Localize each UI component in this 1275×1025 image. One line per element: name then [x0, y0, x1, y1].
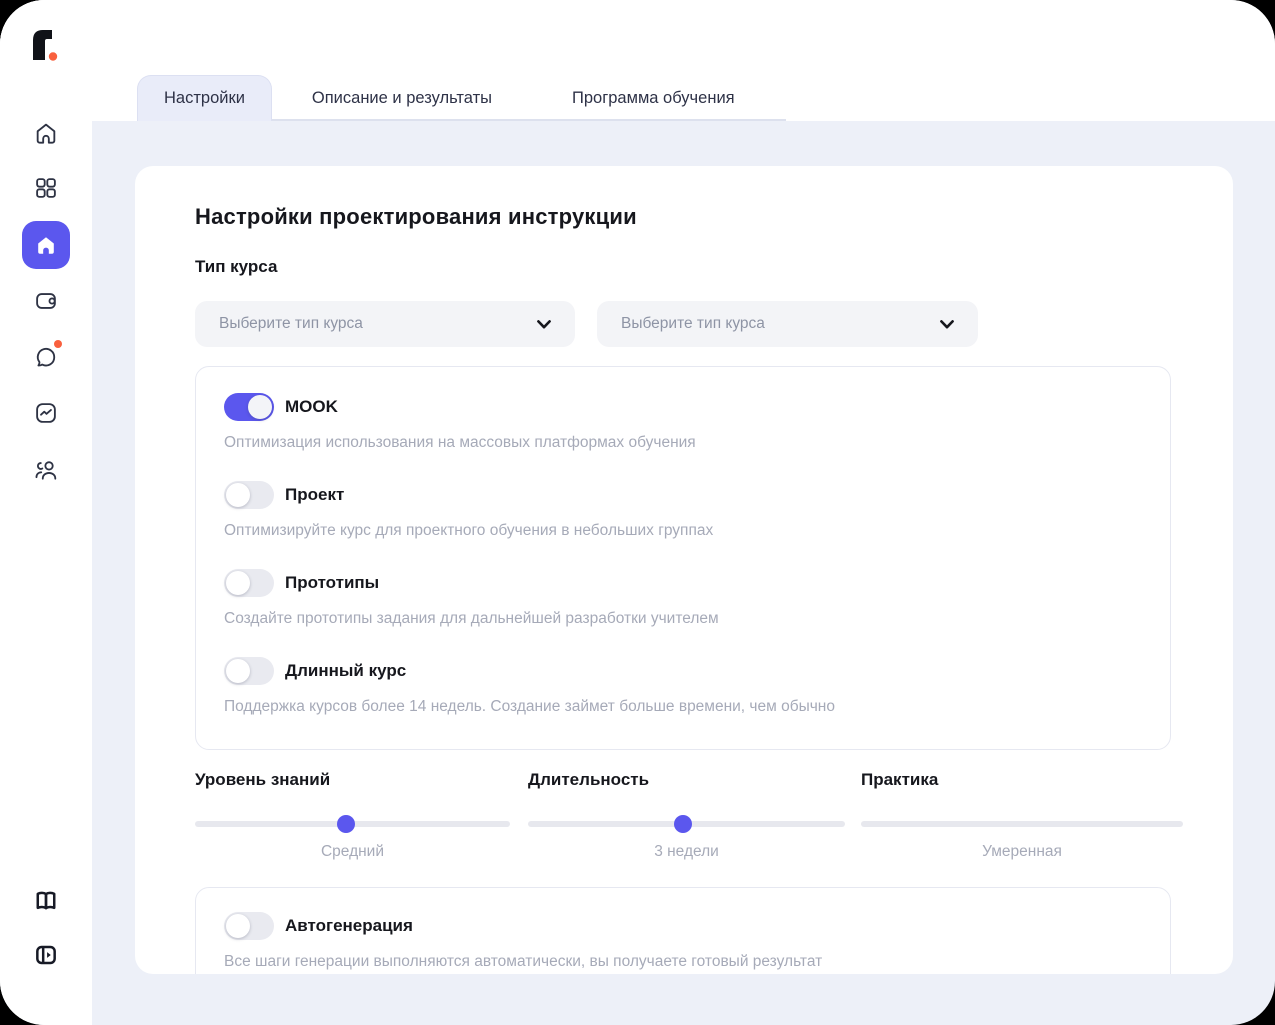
dropdown-placeholder: Выберите тип курса: [219, 315, 363, 332]
course-type-label: Тип курса: [195, 257, 278, 276]
knowledge-level-thumb[interactable]: [337, 815, 356, 833]
mook-label: MOOK: [285, 397, 338, 416]
sidebar-item-people[interactable]: [33, 457, 59, 483]
toggle-knob: [226, 483, 250, 507]
tab-settings-label: Настройки: [164, 89, 245, 107]
toggle-knob: [248, 395, 272, 419]
toggle-knob: [226, 571, 250, 595]
option-row-mook: MOOK Оптимизация использования на массов…: [224, 393, 1142, 452]
chevron-down-icon: [940, 319, 954, 328]
toggle-knob: [226, 914, 250, 938]
prototypes-toggle[interactable]: [224, 569, 274, 597]
tab-description-results-label: Описание и результаты: [311, 88, 493, 107]
slider-practice: Практика Умеренная: [861, 770, 1183, 861]
sidebar-item-expand-panel[interactable]: [33, 942, 59, 968]
prototypes-description: Создайте прототипы задания для дальнейше…: [224, 610, 719, 627]
project-description: Оптимизируйте курс для проектного обучен…: [224, 522, 714, 539]
autogeneration-description: Все шаги генерации выполняются автоматич…: [224, 953, 823, 970]
tab-description-results[interactable]: Описание и результаты: [272, 75, 532, 121]
people-icon: [35, 461, 57, 480]
long-course-description: Поддержка курсов более 14 недель. Создан…: [224, 698, 835, 715]
practice-track[interactable]: [861, 821, 1183, 827]
option-row-project: Проект Оптимизируйте курс для проектного…: [224, 481, 1142, 540]
sidebar-item-course-builder[interactable]: [22, 221, 70, 269]
sidebar-item-analytics[interactable]: [33, 400, 59, 426]
chat-icon: [36, 347, 56, 367]
course-options-box: MOOK Оптимизация использования на массов…: [195, 366, 1171, 750]
sidebar-item-apps[interactable]: [33, 175, 59, 201]
sidebar-item-home[interactable]: [33, 120, 59, 146]
slider-label: Длительность: [528, 770, 650, 789]
slider-value: Средний: [320, 843, 384, 860]
slider-value: 3 недели: [654, 843, 719, 860]
chat-notification-dot: [54, 340, 62, 348]
home-icon: [36, 123, 56, 144]
slider-label: Практика: [861, 770, 939, 789]
autogeneration-box: Автогенерация Все шаги генерации выполня…: [195, 887, 1171, 974]
tab-curriculum-label: Программа обучения: [572, 88, 735, 107]
project-toggle[interactable]: [224, 481, 274, 509]
autogeneration-label: Автогенерация: [285, 916, 413, 935]
sidebar-item-chat[interactable]: [33, 340, 62, 370]
knowledge-level-track[interactable]: [195, 815, 510, 833]
long-course-toggle[interactable]: [224, 657, 274, 685]
course-builder-icon: [38, 237, 54, 254]
sidebar: [0, 0, 92, 1025]
apps-grid-icon: [36, 178, 56, 198]
project-label: Проект: [285, 485, 345, 504]
duration-track[interactable]: [528, 815, 845, 833]
sidebar-item-wallet[interactable]: [33, 288, 59, 314]
slider-knowledge-level: Уровень знаний Средний: [195, 770, 510, 861]
logo-dot: [48, 52, 58, 61]
tab-bar: Настройки Описание и результаты Программ…: [137, 75, 775, 121]
app-logo: [33, 30, 59, 64]
slider-label: Уровень знаний: [195, 770, 331, 789]
wallet-icon: [36, 293, 56, 309]
option-row-prototypes: Прототипы Создайте прототипы задания для…: [224, 569, 1142, 628]
sidebar-item-library[interactable]: [33, 888, 59, 914]
duration-thumb[interactable]: [674, 815, 693, 833]
mook-toggle[interactable]: [224, 393, 274, 421]
app-window: Настройки Описание и результаты Программ…: [0, 0, 1275, 1025]
prototypes-label: Прототипы: [285, 573, 380, 592]
option-row-long-course: Длинный курс Поддержка курсов более 14 н…: [224, 657, 1142, 716]
page-title: Настройки проектирования инструкции: [195, 204, 637, 229]
toggle-knob: [226, 659, 250, 683]
analytics-icon: [36, 403, 56, 423]
long-course-label: Длинный курс: [285, 661, 407, 680]
tab-curriculum[interactable]: Программа обучения: [532, 75, 775, 121]
expand-panel-icon: [36, 945, 56, 965]
library-book-icon: [36, 891, 56, 910]
dropdown-placeholder: Выберите тип курса: [621, 315, 765, 332]
autogeneration-toggle[interactable]: [224, 912, 274, 940]
slider-value: Умеренная: [982, 843, 1062, 860]
mook-description: Оптимизация использования на массовых пл…: [224, 434, 696, 451]
slider-duration: Длительность 3 недели: [528, 770, 845, 861]
settings-card: Настройки проектирования инструкции Тип …: [135, 166, 1233, 974]
chevron-down-icon: [537, 319, 551, 328]
course-type-dropdown-1[interactable]: Выберите тип курса: [195, 301, 575, 347]
tab-settings[interactable]: Настройки: [137, 75, 272, 121]
course-type-dropdown-2[interactable]: Выберите тип курса: [597, 301, 978, 347]
